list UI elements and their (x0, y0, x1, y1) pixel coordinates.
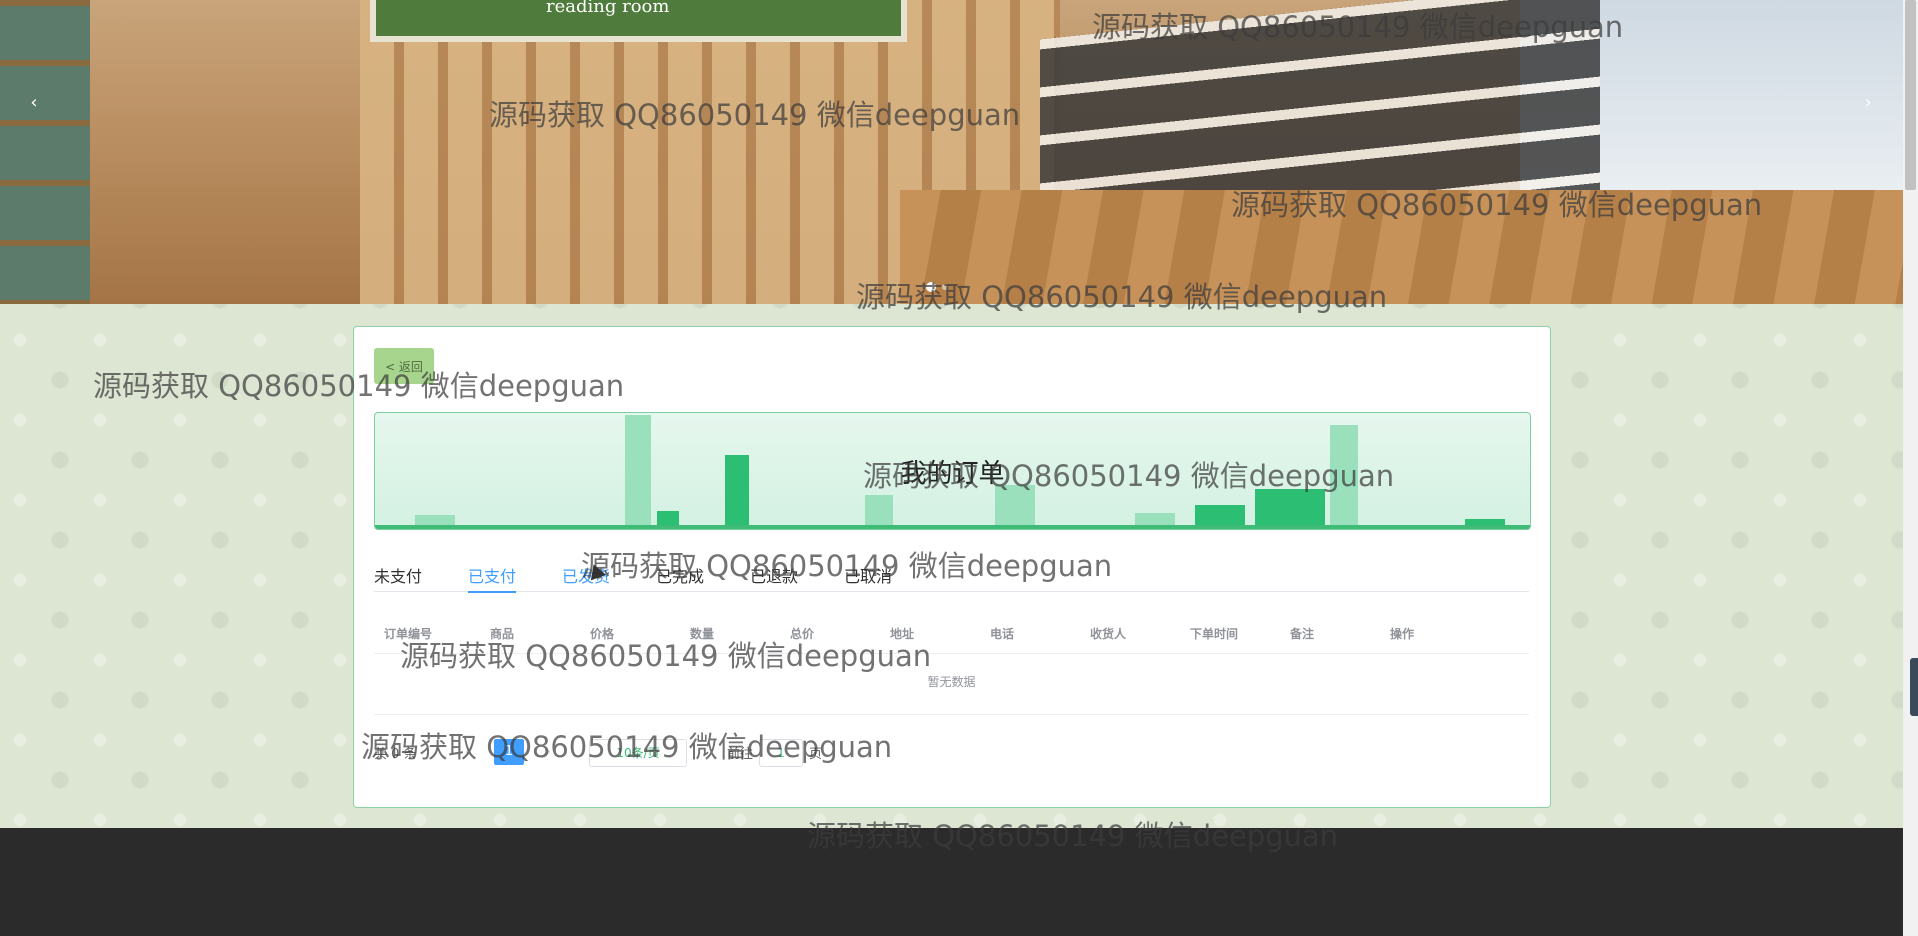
banner-indicator-active[interactable] (926, 282, 936, 292)
orders-card: < 返回 我的订单 未支付 已支付 已发货 已完成 已退款 已取消 订单编号 商… (353, 326, 1551, 808)
tab-unpaid[interactable]: 未支付 (374, 563, 422, 591)
skyline-decoration (1255, 489, 1325, 525)
column-header[interactable]: 数量 (690, 625, 714, 642)
banner-image-shelf (0, 0, 90, 304)
banner-board-text: reading room (546, 0, 670, 17)
pagination-total: 共 0 条 (374, 747, 417, 762)
banner-prev-arrow-icon[interactable]: ‹ (24, 92, 44, 113)
title-banner-underline (375, 525, 1530, 529)
skyline-decoration (1135, 513, 1175, 525)
pagination-prev-icon[interactable]: ‹ (454, 739, 482, 765)
pagination: 共 0 条 ‹ 1 › 10条/页 前往 1 页 (374, 737, 974, 767)
page-title-banner: 我的订单 (374, 412, 1531, 530)
pagination-goto-input[interactable]: 1 (759, 739, 803, 767)
table-empty-text: 暂无数据 (374, 654, 1529, 715)
skyline-decoration (865, 495, 893, 525)
column-header[interactable]: 商品 (490, 625, 514, 642)
pagination-next-icon[interactable]: › (534, 739, 562, 765)
column-header[interactable]: 地址 (890, 625, 914, 642)
pagination-page-button[interactable]: 1 (494, 739, 524, 765)
side-floating-widget[interactable] (1910, 658, 1918, 716)
page-title: 我的订单 (900, 459, 1005, 489)
pagination-page-unit: 页 (809, 747, 823, 762)
column-header[interactable]: 下单时间 (1190, 625, 1238, 642)
banner-indicator[interactable] (942, 284, 948, 290)
banner-image-board: reading room (370, 0, 907, 42)
skyline-decoration (657, 511, 679, 525)
column-header[interactable]: 操作 (1390, 625, 1414, 642)
skyline-decoration (1195, 505, 1245, 525)
column-header[interactable]: 总价 (790, 625, 814, 642)
tab-refunded[interactable]: 已退款 (750, 563, 798, 591)
tab-cancelled[interactable]: 已取消 (844, 563, 892, 591)
pagination-goto-label: 前往 (727, 747, 754, 762)
order-status-tabs: 未支付 已支付 已发货 已完成 已退款 已取消 (374, 563, 1529, 593)
column-header[interactable]: 备注 (1290, 625, 1314, 642)
banner-next-arrow-icon[interactable]: › (1858, 92, 1878, 113)
back-button[interactable]: < 返回 (374, 348, 434, 384)
orders-table-header: 订单编号 商品 价格 数量 总价 地址 电话 收货人 下单时间 备注 操作 (374, 617, 1529, 654)
tab-paid[interactable]: 已支付 (468, 563, 517, 593)
page-footer (0, 828, 1903, 936)
column-header[interactable]: 价格 (590, 625, 614, 642)
column-header[interactable]: 收货人 (1090, 625, 1126, 642)
column-header[interactable]: 电话 (990, 625, 1014, 642)
skyline-decoration (415, 515, 455, 525)
column-header[interactable]: 订单编号 (384, 625, 432, 642)
tab-completed[interactable]: 已完成 (656, 563, 704, 591)
scrollbar-thumb[interactable] (1905, 0, 1916, 190)
banner-carousel: reading room (0, 0, 1903, 304)
banner-image-floor (900, 190, 1903, 304)
skyline-decoration (995, 485, 1035, 525)
page-size-select[interactable]: 10条/页 (589, 739, 687, 767)
